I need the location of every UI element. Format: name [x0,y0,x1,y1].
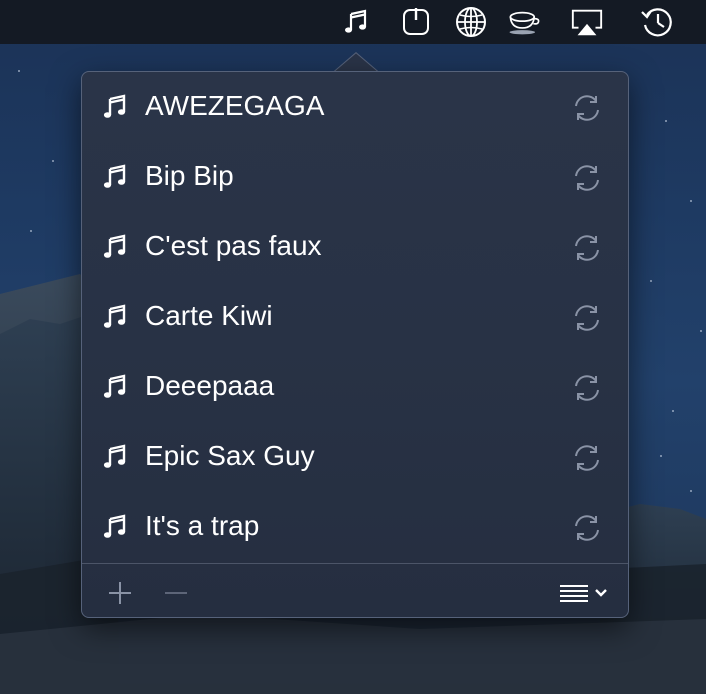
loop-icon[interactable] [572,443,602,473]
loop-icon[interactable] [572,513,602,543]
sound-label: Deeepaaa [145,370,275,401]
list-item[interactable]: Deeepaaa [82,352,628,422]
list-item[interactable]: Epic Sax Guy [82,422,628,492]
music-note-icon [103,304,126,328]
list-item[interactable]: Bip Bip [82,142,628,212]
sound-label: It's a trap [145,510,260,541]
loop-icon[interactable] [572,233,602,263]
music-note-icon [103,444,126,468]
list-item[interactable]: AWEZEGAGA [82,72,628,142]
loop-icon[interactable] [572,373,602,403]
list-item[interactable]: C'est pas faux [82,212,628,282]
sound-label: Epic Sax Guy [145,440,315,471]
menu-bar [0,0,706,44]
list-item[interactable]: Carte Kiwi [82,282,628,352]
airplay-icon[interactable] [570,5,604,39]
sound-label: Bip Bip [145,160,234,191]
loop-icon[interactable] [572,93,602,123]
power-icon[interactable] [399,5,433,39]
minus-icon [165,592,187,594]
loop-icon[interactable] [572,303,602,333]
plus-icon [109,582,131,604]
music-note-icon [103,234,126,258]
options-menu-button[interactable] [556,577,614,609]
music-note-icon [103,374,126,398]
remove-button[interactable] [160,577,192,609]
list-item[interactable]: It's a trap [82,492,628,562]
music-note-icon [103,514,126,538]
sound-label: C'est pas faux [145,230,322,261]
music-note-icon [103,94,126,118]
sound-label: Carte Kiwi [145,300,273,331]
popover-arrow [334,52,378,72]
sound-list-popover: AWEZEGAGA Bip Bip C'est pas faux Carte K… [81,71,629,618]
music-note-icon[interactable] [339,5,373,39]
globe-icon[interactable] [454,5,488,39]
loop-icon[interactable] [572,163,602,193]
list-menu-icon [560,585,607,602]
footer-divider [82,563,628,564]
coffee-cup-icon[interactable] [507,5,541,39]
add-button[interactable] [104,577,136,609]
time-machine-icon[interactable] [640,5,674,39]
music-note-icon [103,164,126,188]
sound-label: AWEZEGAGA [145,90,325,121]
